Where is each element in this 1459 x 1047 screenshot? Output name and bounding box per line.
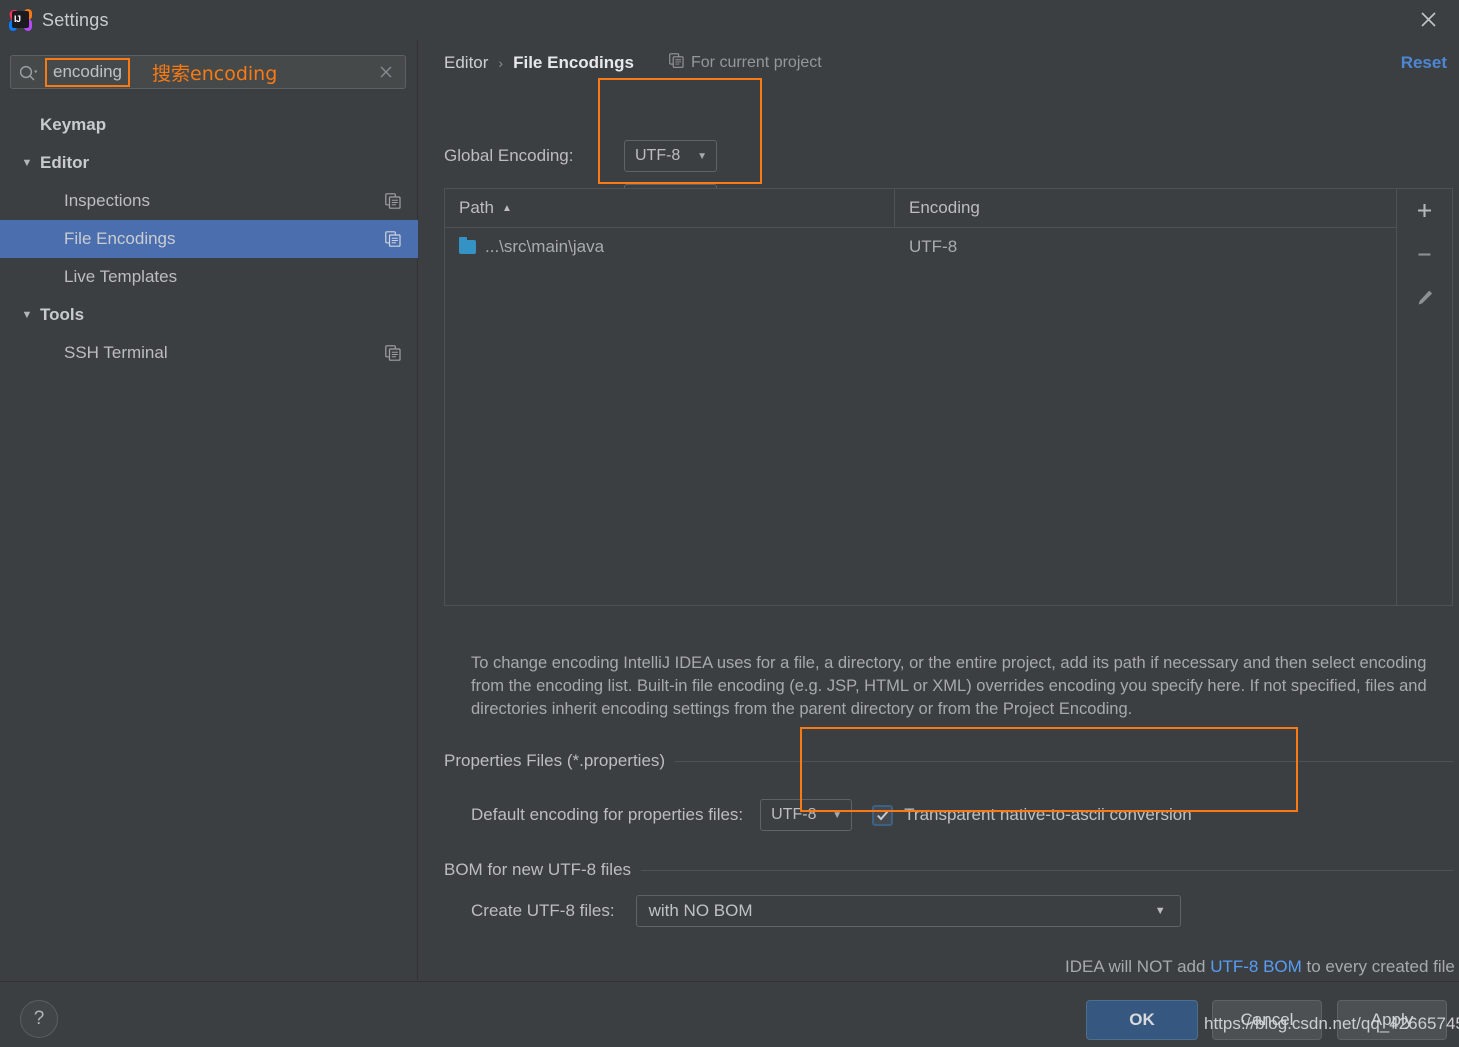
chevron-down-icon: ▼ [697,150,707,162]
global-encoding-select[interactable]: UTF-8 ▼ [624,140,717,172]
sidebar-item-label: Tools [40,305,85,324]
column-header-encoding-label: Encoding [909,198,980,217]
for-current-project-label: For current project [691,54,822,71]
for-current-project: For current project [669,53,822,73]
file-encodings-page: Editor › File Encodings For current proj… [419,40,1459,980]
breadcrumb-separator: › [498,55,504,71]
divider [675,760,1453,762]
copy-icon [669,53,684,73]
global-encoding-row: Global Encoding: UTF-8 ▼ [444,140,717,172]
divider [641,869,1453,871]
table-toolbar [1396,189,1452,605]
transparent-native-to-ascii-checkbox[interactable] [872,804,894,826]
copy-icon [385,231,401,247]
sidebar-item-label: Editor [40,153,90,172]
bom-group-header: BOM for new UTF-8 files [444,860,1453,880]
default-properties-encoding-row: Default encoding for properties files: U… [471,799,1192,831]
help-button[interactable]: ? [20,1000,58,1038]
bom-note-prefix: IDEA will NOT add [1065,957,1211,976]
breadcrumb-parent[interactable]: Editor [444,53,488,73]
folder-icon [459,236,476,254]
properties-encoding-value: UTF-8 [771,806,817,823]
sidebar-item-tools[interactable]: ▼ Tools [0,296,418,334]
remove-button[interactable] [1408,239,1442,269]
close-icon[interactable] [1411,4,1445,34]
sidebar-item-ssh-terminal[interactable]: ▼ SSH Terminal [0,334,418,372]
table-header-row: Path ▲ Encoding [445,189,1396,228]
table-cell-encoding: UTF-8 [909,236,958,256]
sidebar-item-keymap[interactable]: ▼ Keymap [0,106,418,144]
chevron-down-icon: ▼ [832,809,843,821]
transparent-native-to-ascii-label: Transparent native-to-ascii conversion [904,805,1192,824]
clear-search-icon[interactable] [377,63,395,81]
search-box[interactable]: encoding 搜索encoding [10,55,406,89]
breadcrumb: Editor › File Encodings For current proj… [444,53,822,73]
window-title: Settings [42,9,109,30]
global-encoding-label: Global Encoding: [444,146,574,165]
sidebar-item-label: Live Templates [64,267,178,286]
edit-button[interactable] [1408,283,1442,313]
bom-note: IDEA will NOT add UTF-8 BOM to every cre… [1065,957,1459,977]
path-encoding-table: Path ▲ Encoding ...\src\main\java UTF-8 [444,188,1453,606]
sidebar-item-file-encodings[interactable]: ▼ File Encodings [0,220,418,258]
search-annotation-label: 搜索encoding [152,62,278,85]
search-icon [11,56,45,88]
table-body: ...\src\main\java UTF-8 [445,228,1396,605]
sidebar-item-live-templates[interactable]: ▼ Live Templates [0,258,418,296]
bom-group-title: BOM for new UTF-8 files [444,860,632,879]
bom-select[interactable]: with NO BOM ▼ [635,895,1181,927]
copy-icon [385,345,401,361]
chevron-down-icon[interactable]: ▼ [14,157,40,169]
properties-encoding-select[interactable]: UTF-8 ▼ [760,799,853,831]
column-header-path[interactable]: Path ▲ [445,189,895,227]
sidebar-item-label: File Encodings [64,229,176,248]
title-bar: IJ Settings [0,0,1459,40]
create-utf8-files-row: Create UTF-8 files: with NO BOM ▼ [471,895,1181,927]
chevron-down-icon: ▼ [1154,905,1166,917]
properties-group-header: Properties Files (*.properties) [444,751,1453,771]
sort-ascending-icon: ▲ [501,202,512,214]
reset-link[interactable]: Reset [1401,53,1447,73]
chevron-down-icon[interactable]: ▼ [14,309,40,321]
settings-tree: ▼ Keymap ▼ Editor ▼ Inspections [0,106,418,372]
watermark-text: https://blog.csdn.net/qq_42665745 [1204,1014,1459,1033]
add-button[interactable] [1408,195,1442,225]
column-header-encoding[interactable]: Encoding [895,189,1396,227]
copy-icon [385,193,401,209]
properties-group-title: Properties Files (*.properties) [444,751,666,770]
bom-select-value: with NO BOM [648,901,753,920]
table-cell-path: ...\src\main\java [445,236,895,257]
intellij-idea-logo-icon: IJ [8,9,32,31]
table-cell-path-label: ...\src\main\java [485,236,605,256]
settings-dialog: IJ Settings encoding 搜索encoding Keymap ▼… [0,0,1459,1047]
ok-button[interactable]: OK [1086,1000,1198,1040]
global-encoding-value: UTF-8 [635,147,681,164]
settings-sidebar: encoding 搜索encoding ▼ Keymap ▼ Editor ▼ … [0,40,418,980]
search-input[interactable]: encoding [45,57,131,87]
sidebar-item-label: Inspections [64,191,150,210]
table-row[interactable]: ...\src\main\java UTF-8 [445,228,1396,265]
sidebar-item-inspections[interactable]: ▼ Inspections [0,182,418,220]
column-header-path-label: Path [459,198,494,217]
page-title: File Encodings [513,53,634,72]
sidebar-item-label: SSH Terminal [64,343,168,362]
description-text: To change encoding IntelliJ IDEA uses fo… [471,654,1427,718]
utf8-bom-link[interactable]: UTF-8 BOM [1210,957,1302,976]
sidebar-item-editor[interactable]: ▼ Editor [0,144,418,182]
default-encoding-label: Default encoding for properties files: [471,805,744,824]
sidebar-item-label: Keymap [40,115,107,134]
create-utf8-files-label: Create UTF-8 files: [471,901,615,920]
bom-note-suffix: to every created file in UTF-8 encoding … [1306,957,1459,976]
